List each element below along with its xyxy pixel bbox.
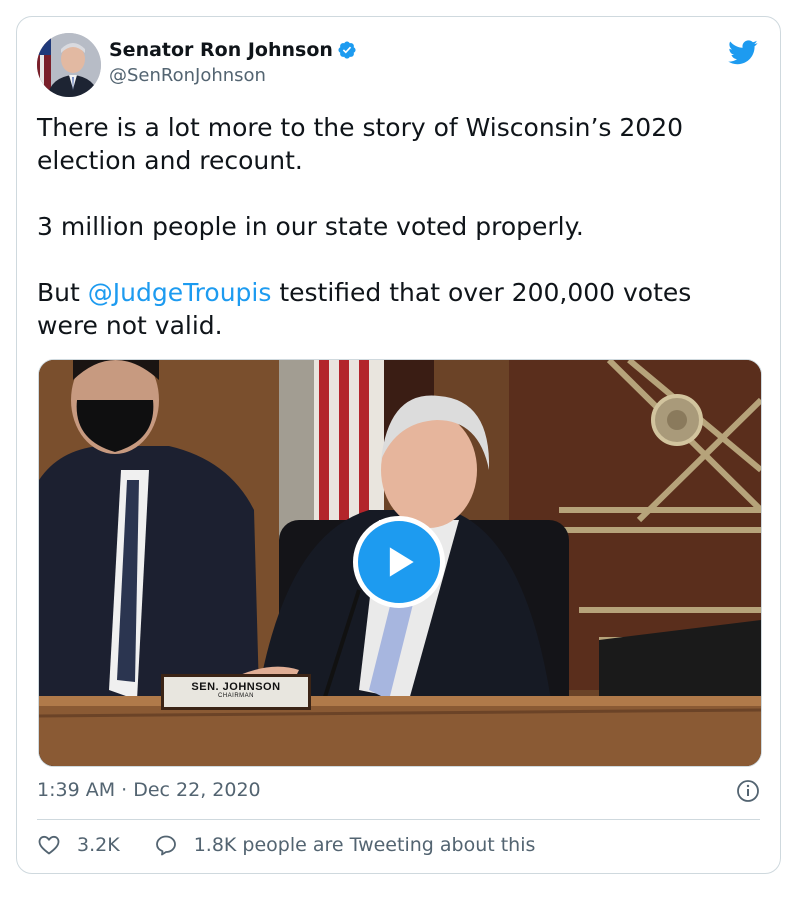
tweet-card[interactable]: Senator Ron Johnson @SenRonJohnson There…	[16, 16, 781, 874]
twitter-bird-icon[interactable]	[726, 37, 760, 67]
tweet-actions: 3.2K 1.8K people are Tweeting about this	[37, 833, 535, 857]
info-icon[interactable]	[736, 779, 760, 803]
speech-bubble-icon	[155, 835, 176, 856]
like-count: 3.2K	[77, 834, 120, 856]
like-button[interactable]: 3.2K	[37, 833, 120, 857]
tweet-timestamp[interactable]: 1:39 AM · Dec 22, 2020	[37, 779, 261, 801]
author-handle[interactable]: @SenRonJohnson	[109, 65, 266, 86]
mention-link[interactable]: @JudgeTroupis	[88, 278, 272, 307]
verified-badge-icon	[338, 41, 356, 59]
play-icon	[389, 547, 414, 577]
tweet-text-line: But @JudgeTroupis testified that over 20…	[37, 276, 757, 342]
author-name[interactable]: Senator Ron Johnson	[109, 39, 333, 61]
author-name-row[interactable]: Senator Ron Johnson	[109, 39, 357, 61]
heart-icon	[38, 835, 60, 855]
reply-text: 1.8K people are Tweeting about this	[193, 834, 536, 856]
tweet-text-line: 3 million people in our state voted prop…	[37, 212, 584, 241]
play-button[interactable]	[353, 516, 445, 608]
video-media[interactable]: SEN. JOHNSON CHAIRMAN	[38, 359, 762, 767]
tweet-text: There is a lot more to the story of Wisc…	[37, 111, 757, 342]
avatar-image	[37, 33, 101, 97]
nameplate: SEN. JOHNSON CHAIRMAN	[161, 674, 311, 710]
reply-link[interactable]: 1.8K people are Tweeting about this	[154, 833, 536, 857]
tweet-text-line: There is a lot more to the story of Wisc…	[37, 113, 684, 175]
nameplate-name: SEN. JOHNSON	[191, 681, 281, 693]
divider	[37, 819, 760, 820]
avatar[interactable]	[37, 33, 101, 97]
tweet-text-prefix: But	[37, 278, 88, 307]
nameplate-title: CHAIRMAN	[217, 693, 254, 699]
